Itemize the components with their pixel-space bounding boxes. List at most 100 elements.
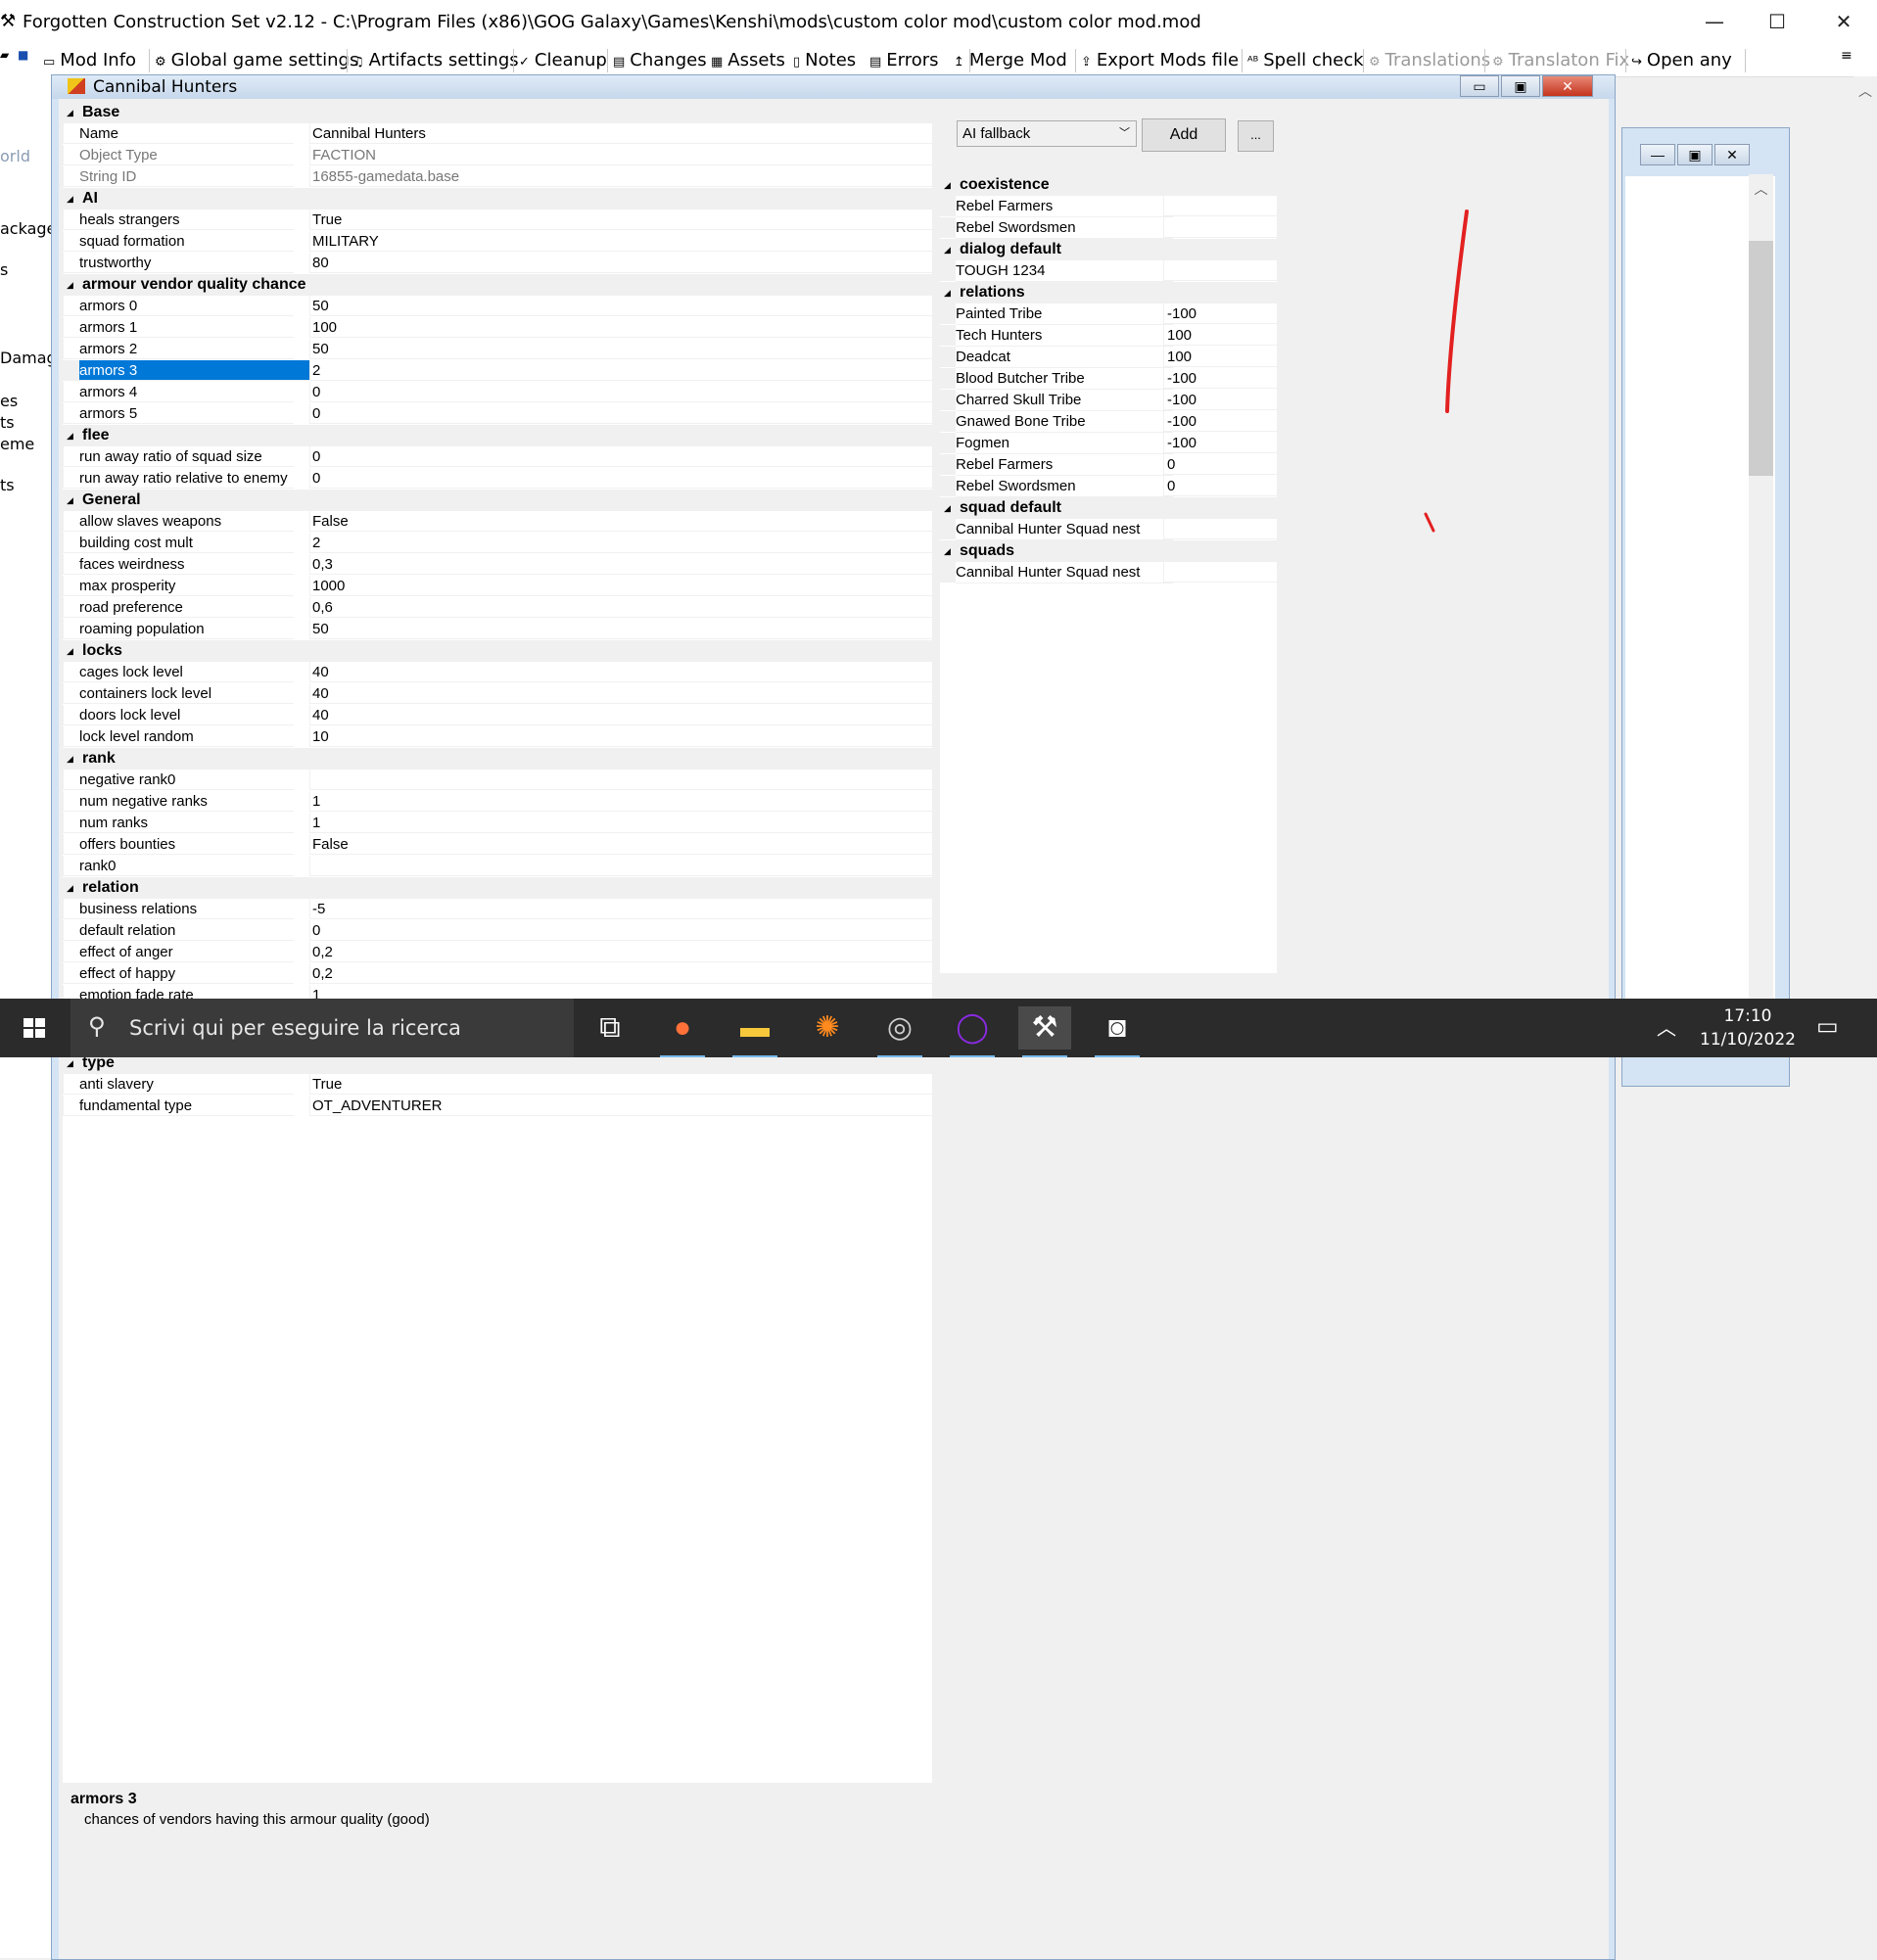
property-row[interactable]: armors 0 50 <box>63 296 932 317</box>
property-row[interactable]: run away ratio relative to enemy 0 <box>63 468 932 490</box>
property-value[interactable]: 0 <box>309 403 932 424</box>
reference-row[interactable]: Cannibal Hunter Squad nest <box>940 519 1277 540</box>
collapse-triangle-icon[interactable]: ◢ <box>67 877 73 899</box>
collapse-triangle-icon[interactable]: ◢ <box>944 174 951 196</box>
property-name[interactable]: squad formation <box>63 231 294 252</box>
property-row[interactable]: allow slaves weapons False <box>63 511 932 533</box>
close-button[interactable]: ✕ <box>1809 0 1877 44</box>
property-name[interactable]: business relations <box>63 899 294 919</box>
category-rank[interactable]: ◢ rank <box>63 748 932 770</box>
property-value[interactable]: 80 <box>309 253 932 273</box>
property-name[interactable]: negative rank0 <box>63 770 294 790</box>
collapse-triangle-icon[interactable]: ◢ <box>67 102 73 123</box>
property-row[interactable]: run away ratio of squad size 0 <box>63 446 932 468</box>
property-row[interactable]: trustworthy 80 <box>63 253 932 274</box>
property-row[interactable]: containers lock level 40 <box>63 683 932 705</box>
property-value[interactable] <box>309 856 932 876</box>
property-value[interactable]: MILITARY <box>309 231 932 252</box>
menu-changes[interactable]: ▤ Changes <box>613 50 707 70</box>
property-value[interactable]: 0,2 <box>309 942 932 962</box>
property-row[interactable]: armors 4 0 <box>63 382 932 403</box>
property-row[interactable]: default relation 0 <box>63 920 932 942</box>
property-value[interactable]: 10 <box>309 726 932 747</box>
property-name[interactable]: cages lock level <box>63 662 294 682</box>
circle-app-icon[interactable]: ◯ <box>946 1006 999 1050</box>
property-row[interactable]: offers bounties False <box>63 834 932 856</box>
property-value[interactable]: 0,6 <box>309 597 932 618</box>
reference-row[interactable]: Deadcat 100 <box>940 347 1277 368</box>
bg-maximize-button[interactable]: ▣ <box>1677 144 1713 165</box>
property-value[interactable]: OT_ADVENTURER <box>309 1096 932 1116</box>
open-file-icon[interactable]: ▰ <box>0 48 9 62</box>
reference-value[interactable] <box>1163 217 1277 238</box>
property-value[interactable]: 0 <box>309 382 932 402</box>
more-button[interactable]: ... <box>1238 120 1274 152</box>
property-row[interactable]: Object Type FACTION <box>63 145 932 166</box>
background-list-label[interactable]: es <box>0 392 18 410</box>
menu-merge-mod[interactable]: ↥ Merge Mod <box>954 50 1067 70</box>
reference-name[interactable]: Cannibal Hunter Squad nest <box>956 562 1173 583</box>
property-name[interactable]: building cost mult <box>63 533 294 553</box>
property-name[interactable]: lock level random <box>63 726 294 747</box>
property-name[interactable]: containers lock level <box>63 683 294 704</box>
property-name[interactable]: effect of happy <box>63 963 294 984</box>
property-value[interactable]: 40 <box>309 705 932 725</box>
clock[interactable]: 17:10 11/10/2022 <box>1684 1004 1811 1051</box>
reference-value[interactable]: 100 <box>1163 325 1277 346</box>
property-value[interactable]: 50 <box>309 619 932 639</box>
xnview-icon[interactable]: ✺ <box>801 1006 854 1050</box>
property-value[interactable]: 2 <box>309 533 932 553</box>
maximize-button[interactable]: ☐ <box>1743 0 1811 44</box>
property-row[interactable]: faces weirdness 0,3 <box>63 554 932 576</box>
property-value[interactable]: Cannibal Hunters <box>309 123 932 144</box>
category-general[interactable]: ◢ General <box>63 490 932 511</box>
property-value[interactable]: 0,3 <box>309 554 932 575</box>
collapse-triangle-icon[interactable]: ◢ <box>67 490 73 511</box>
property-row[interactable]: armors 2 50 <box>63 339 932 360</box>
property-row[interactable]: num negative ranks 1 <box>63 791 932 813</box>
property-name[interactable]: Object Type <box>63 145 294 165</box>
property-value[interactable]: 40 <box>309 662 932 682</box>
property-row[interactable]: building cost mult 2 <box>63 533 932 554</box>
property-value[interactable]: -5 <box>309 899 932 919</box>
property-row[interactable]: road preference 0,6 <box>63 597 932 619</box>
reference-name[interactable]: Rebel Swordsmen <box>956 476 1173 497</box>
menu-artifacts-settings[interactable]: ♫ Artifacts settings <box>352 50 519 70</box>
reference-name[interactable]: Rebel Swordsmen <box>956 217 1173 239</box>
property-row[interactable]: armors 32 <box>63 360 932 382</box>
collapse-triangle-icon[interactable]: ◢ <box>944 497 951 519</box>
scroll-up-icon[interactable]: ︿ <box>1749 174 1773 204</box>
category-base[interactable]: ◢ Base <box>63 102 932 123</box>
start-button[interactable] <box>0 999 70 1057</box>
reference-name[interactable]: TOUGH 1234 <box>956 260 1173 282</box>
property-row[interactable]: roaming population 50 <box>63 619 932 640</box>
reference-row[interactable]: TOUGH 1234 <box>940 260 1277 282</box>
taskbar-search[interactable]: ⚲ Scrivi qui per eseguire la ricerca <box>70 999 574 1057</box>
property-name[interactable]: doors lock level <box>63 705 294 725</box>
reference-name[interactable]: Painted Tribe <box>956 303 1173 325</box>
collapse-triangle-icon[interactable]: ◢ <box>67 425 73 446</box>
reference-name[interactable]: Cannibal Hunter Squad nest <box>956 519 1173 540</box>
property-value[interactable]: FACTION <box>309 145 932 165</box>
property-name[interactable]: max prosperity <box>63 576 294 596</box>
scrollbar-thumb[interactable] <box>1749 241 1773 476</box>
reference-row[interactable]: Cannibal Hunter Squad nest <box>940 562 1277 583</box>
background-list-label[interactable]: ackage <box>0 219 56 238</box>
property-name[interactable]: armors 5 <box>63 403 294 424</box>
property-name[interactable]: run away ratio relative to enemy <box>63 468 294 489</box>
menu-mod-info[interactable]: ▭ Mod Info <box>43 50 136 70</box>
property-name[interactable]: trustworthy <box>63 253 294 273</box>
reference-name[interactable]: Deadcat <box>956 347 1173 368</box>
property-name[interactable]: rank0 <box>63 856 294 876</box>
category-relation[interactable]: ◢ relation <box>63 877 932 899</box>
reference-value[interactable]: 0 <box>1163 476 1277 496</box>
property-row[interactable]: doors lock level 40 <box>63 705 932 726</box>
property-value[interactable]: 50 <box>309 339 932 359</box>
collapse-triangle-icon[interactable]: ◢ <box>944 540 951 562</box>
property-name[interactable]: String ID <box>63 166 294 187</box>
reference-name[interactable]: Fogmen <box>956 433 1173 454</box>
property-row[interactable]: negative rank0 <box>63 770 932 791</box>
reference-value[interactable]: -100 <box>1163 411 1277 432</box>
reference-name[interactable]: Rebel Farmers <box>956 454 1173 476</box>
property-value[interactable]: 0,2 <box>309 963 932 984</box>
